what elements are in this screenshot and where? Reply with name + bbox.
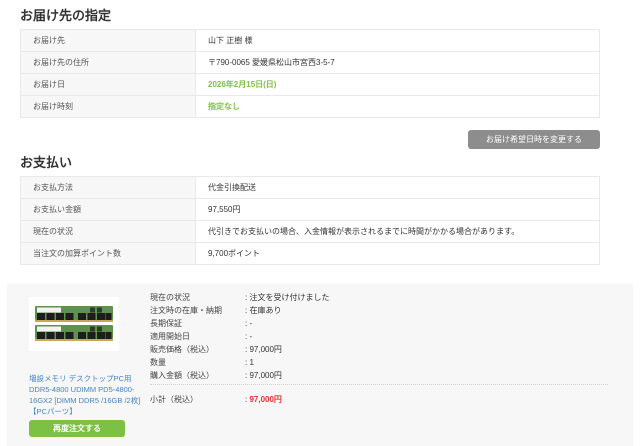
table-row: 現在の状況 代引きでお支払いの場合、入金情報が表示されるまでに時間がかかる場合が… (20, 220, 600, 243)
row-label: お支払方法 (20, 176, 196, 199)
detail-row: 販売価格（税込） 97,000円 (150, 343, 613, 356)
detail-value-start-date: - (245, 330, 252, 343)
row-value-payment-method: 代金引換配送 (195, 176, 600, 199)
reorder-button[interactable]: 再度注文する (29, 420, 125, 437)
change-delivery-datetime-button[interactable]: お届け希望日時を変更する (468, 130, 600, 149)
row-value-payment-status: 代引きでお支払いの場合、入金情報が表示されるまでに時間がかかる場合があります。 (195, 220, 600, 243)
row-label: 当注文の加算ポイント数 (20, 242, 196, 265)
payment-section-title: お支払い (20, 155, 73, 170)
detail-value-stock: 在庫あり (245, 304, 281, 317)
order-item-product-column: 増設メモリ デスクトップPC用 DDR5-4800 UDIMM PD5-4800… (29, 291, 145, 446)
row-label: お支払い金額 (20, 198, 196, 221)
detail-row: 数量 1 (150, 356, 613, 369)
detail-label: 長期保証 (150, 319, 182, 328)
detail-label: 適用開始日 (150, 332, 190, 341)
row-value-recipient: 山下 正樹 様 (195, 29, 600, 52)
detail-label: 注文時の在庫・納期 (150, 306, 222, 315)
detail-row: 長期保証 - (150, 317, 613, 330)
detail-row: 購入金額（税込） 97,000円 (150, 369, 613, 382)
row-label: お届け先の住所 (20, 51, 196, 74)
detail-value-order-status: 注文を受け付けました (245, 291, 329, 304)
detail-row: 現在の状況 注文を受け付けました (150, 291, 613, 304)
order-detail-page: お届け先の指定 お届け先 山下 正樹 様 お届け先の住所 〒790-0065 愛… (0, 0, 640, 446)
product-thumbnail[interactable] (29, 297, 119, 351)
subtotal-value: 97,000円 (245, 393, 281, 406)
row-value-payment-amount: 97,550円 (195, 198, 600, 221)
row-value-delivery-time: 指定なし (195, 95, 600, 118)
detail-value-purchase-amount: 97,000円 (245, 369, 281, 382)
detail-value-unit-price: 97,000円 (245, 343, 281, 356)
subtotal-row: 小計（税込） 97,000円 (150, 393, 613, 406)
row-value-points: 9,700ポイント (195, 242, 600, 265)
order-item-panel: 増設メモリ デスクトップPC用 DDR5-4800 UDIMM PD5-4800… (7, 283, 633, 446)
order-item-details: 現在の状況 注文を受け付けました 注文時の在庫・納期 在庫あり 長期保証 - 適… (150, 291, 613, 446)
payment-info-table: お支払方法 代金引換配送 お支払い金額 97,550円 現在の状況 代引きでお支… (20, 176, 600, 265)
table-row: お支払い金額 97,550円 (20, 198, 600, 221)
row-label: お届け時刻 (20, 95, 196, 118)
ram-memory-product-image (35, 305, 113, 341)
detail-row: 注文時の在庫・納期 在庫あり (150, 304, 613, 317)
detail-value-warranty: - (245, 317, 252, 330)
table-row: お支払方法 代金引換配送 (20, 176, 600, 199)
delivery-actions: お届け希望日時を変更する (20, 130, 600, 149)
row-value-delivery-date: 2026年2月15日(日) (195, 73, 600, 96)
delivery-section-title: お届け先の指定 (20, 8, 112, 23)
dotted-divider (150, 384, 609, 385)
row-label: 現在の状況 (20, 220, 196, 243)
table-row: お届け先の住所 〒790-0065 愛媛県松山市宮西3-5-7 (20, 51, 600, 74)
row-value-address: 〒790-0065 愛媛県松山市宮西3-5-7 (195, 51, 600, 74)
detail-label: 販売価格（税込） (150, 345, 214, 354)
subtotal-label: 小計（税込） (150, 395, 198, 404)
table-row: 当注文の加算ポイント数 9,700ポイント (20, 242, 600, 265)
row-label: お届け日 (20, 73, 196, 96)
detail-row: 適用開始日 - (150, 330, 613, 343)
row-label: お届け先 (20, 29, 196, 52)
detail-value-quantity: 1 (245, 356, 253, 369)
table-row: お届け先 山下 正樹 様 (20, 29, 600, 52)
delivery-info-table: お届け先 山下 正樹 様 お届け先の住所 〒790-0065 愛媛県松山市宮西3… (20, 29, 600, 118)
detail-label: 現在の状況 (150, 293, 190, 302)
table-row: お届け時刻 指定なし (20, 95, 600, 118)
detail-label: 数量 (150, 358, 166, 367)
table-row: お届け日 2026年2月15日(日) (20, 73, 600, 96)
detail-label: 購入金額（税込） (150, 371, 214, 380)
product-title-link[interactable]: 増設メモリ デスクトップPC用 DDR5-4800 UDIMM PD5-4800… (29, 373, 145, 417)
